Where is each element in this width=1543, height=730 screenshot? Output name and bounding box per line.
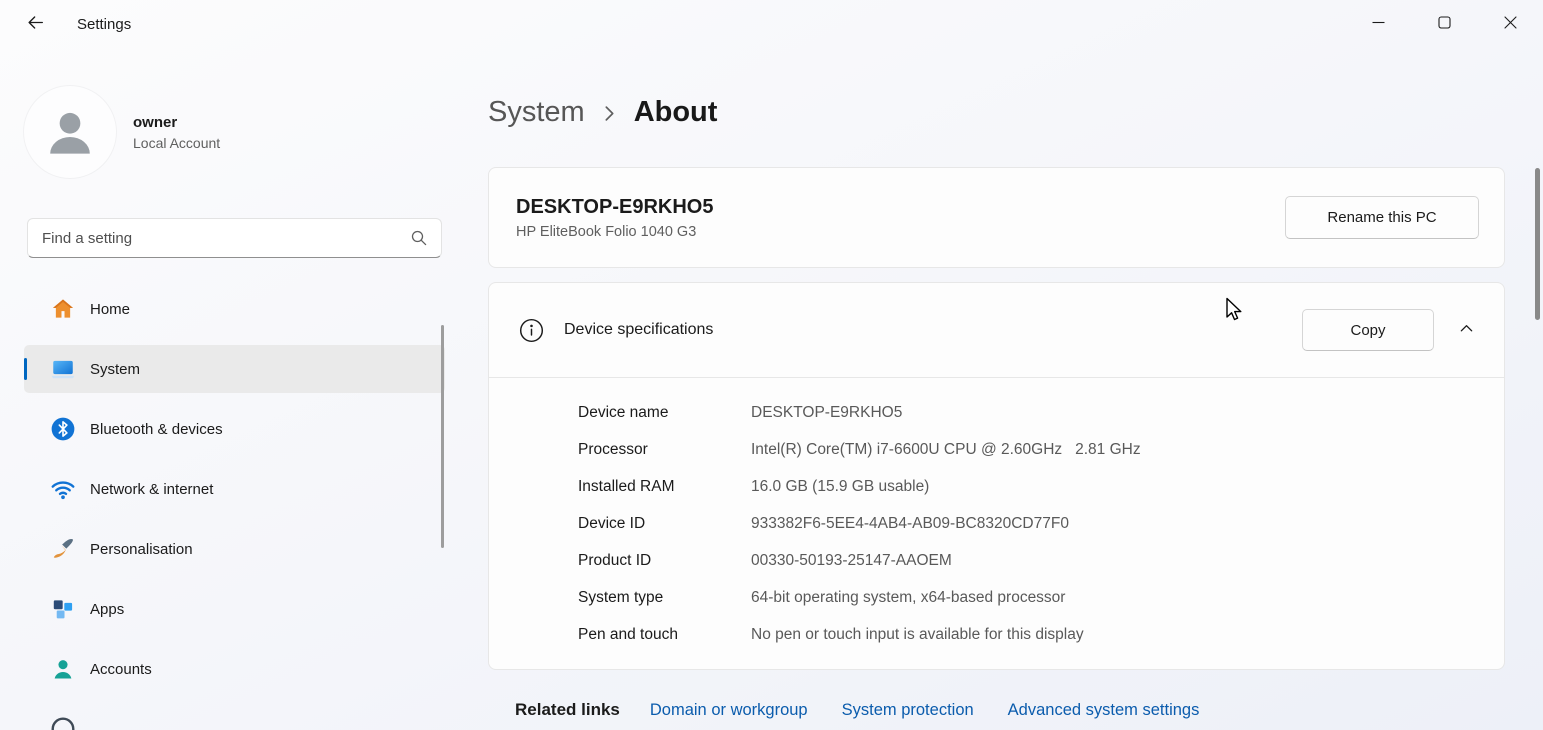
sidebar-item-label: Apps (90, 601, 124, 618)
spec-label: Device name (578, 404, 751, 422)
titlebar: Settings (0, 0, 1543, 48)
spec-row: Device name DESKTOP-E9RKHO5 (578, 394, 1504, 431)
device-specifications-card: Device specifications Copy Device name D… (488, 282, 1505, 670)
sidebar: owner Local Account H (0, 48, 460, 730)
device-name: DESKTOP-E9RKHO5 (516, 196, 713, 219)
spec-row: System type 64-bit operating system, x64… (578, 579, 1504, 616)
link-advanced-system-settings[interactable]: Advanced system settings (1008, 701, 1200, 720)
sidebar-item-label: System (90, 361, 140, 378)
personalisation-icon (50, 536, 76, 562)
spec-row: Pen and touch No pen or touch input is a… (578, 616, 1504, 653)
related-links-title: Related links (515, 700, 620, 720)
sidebar-item-apps[interactable]: Apps (24, 585, 445, 633)
spec-value: 16.0 GB (15.9 GB usable) (751, 478, 929, 496)
maximize-button[interactable] (1411, 0, 1477, 47)
account-type: Local Account (133, 135, 220, 151)
collapse-button[interactable] (1448, 312, 1484, 348)
apps-icon (50, 596, 76, 622)
sidebar-item-home[interactable]: Home (24, 285, 445, 333)
clock-icon (50, 716, 76, 730)
spec-label: Processor (578, 441, 751, 459)
info-icon (518, 317, 545, 344)
specs-body: Device name DESKTOP-E9RKHO5 Processor In… (489, 378, 1504, 669)
specs-header[interactable]: Device specifications Copy (489, 283, 1504, 378)
spec-value: 00330-50193-25147-AAOEM (751, 552, 952, 570)
avatar (24, 86, 116, 178)
breadcrumb-about: About (634, 96, 718, 129)
close-icon (1504, 16, 1517, 32)
sidebar-item-label: Personalisation (90, 541, 193, 558)
home-icon (50, 296, 76, 322)
close-button[interactable] (1477, 0, 1543, 47)
copy-button[interactable]: Copy (1302, 309, 1434, 351)
spec-row: Installed RAM 16.0 GB (15.9 GB usable) (578, 468, 1504, 505)
spec-value: 64-bit operating system, x64-based proce… (751, 589, 1065, 607)
sidebar-item-partial[interactable] (24, 705, 445, 730)
rename-pc-button[interactable]: Rename this PC (1285, 196, 1479, 239)
sidebar-item-label: Bluetooth & devices (90, 421, 223, 438)
sidebar-item-personalisation[interactable]: Personalisation (24, 525, 445, 573)
maximize-icon (1438, 16, 1451, 32)
device-identity: DESKTOP-E9RKHO5 HP EliteBook Folio 1040 … (516, 196, 713, 240)
sidebar-scrollbar[interactable] (441, 325, 444, 548)
device-model: HP EliteBook Folio 1040 G3 (516, 224, 713, 240)
page-scrollbar[interactable] (1535, 168, 1540, 320)
minimize-icon (1372, 16, 1385, 32)
sidebar-item-system[interactable]: System (24, 345, 445, 393)
spec-value: Intel(R) Core(TM) i7-6600U CPU @ 2.60GHz… (751, 441, 1141, 459)
spec-value: No pen or touch input is available for t… (751, 626, 1084, 644)
accounts-icon (50, 656, 76, 682)
sidebar-item-label: Home (90, 301, 130, 318)
account-text: owner Local Account (133, 114, 220, 151)
spec-label: Pen and touch (578, 626, 751, 644)
account-name: owner (133, 114, 220, 131)
spec-row: Product ID 00330-50193-25147-AAOEM (578, 542, 1504, 579)
spec-label: Installed RAM (578, 478, 751, 496)
network-icon (50, 476, 76, 502)
link-system-protection[interactable]: System protection (842, 701, 974, 720)
search-input[interactable] (28, 219, 411, 257)
back-button[interactable] (15, 7, 55, 41)
chevron-up-icon (1459, 321, 1474, 339)
account-section[interactable]: owner Local Account (24, 86, 460, 178)
spec-label: System type (578, 589, 751, 607)
spec-label: Product ID (578, 552, 751, 570)
chevron-right-icon (604, 105, 615, 122)
breadcrumb: System About (488, 88, 1505, 136)
selection-indicator (24, 358, 27, 380)
settings-window: Settings ow (0, 0, 1543, 730)
related-links-section: Related links Domain or workgroup System… (488, 700, 1505, 720)
search-icon[interactable] (411, 230, 427, 246)
sidebar-item-label: Network & internet (90, 481, 213, 498)
spec-value: DESKTOP-E9RKHO5 (751, 404, 902, 422)
spec-value: 933382F6-5EE4-4AB4-AB09-BC8320CD77F0 (751, 515, 1069, 533)
bluetooth-icon (50, 416, 76, 442)
search-box[interactable] (27, 218, 442, 258)
minimize-button[interactable] (1345, 0, 1411, 47)
spec-row: Processor Intel(R) Core(TM) i7-6600U CPU… (578, 431, 1504, 468)
sidebar-nav: Home System (24, 285, 445, 730)
sidebar-item-label: Accounts (90, 661, 152, 678)
link-domain-or-workgroup[interactable]: Domain or workgroup (650, 701, 808, 720)
sidebar-item-bluetooth-devices[interactable]: Bluetooth & devices (24, 405, 445, 453)
sidebar-item-accounts[interactable]: Accounts (24, 645, 445, 693)
back-arrow-icon (27, 14, 44, 34)
person-icon (43, 103, 97, 162)
system-icon (50, 356, 76, 382)
device-name-card: DESKTOP-E9RKHO5 HP EliteBook Folio 1040 … (488, 167, 1505, 268)
spec-label: Device ID (578, 515, 751, 533)
sidebar-item-network-internet[interactable]: Network & internet (24, 465, 445, 513)
specs-title: Device specifications (564, 321, 713, 339)
window-controls (1345, 0, 1543, 48)
breadcrumb-system[interactable]: System (488, 96, 585, 129)
app-title: Settings (77, 16, 131, 33)
spec-row: Device ID 933382F6-5EE4-4AB4-AB09-BC8320… (578, 505, 1504, 542)
main-content: System About DESKTOP-E9RKHO5 HP EliteBoo… (460, 48, 1543, 730)
